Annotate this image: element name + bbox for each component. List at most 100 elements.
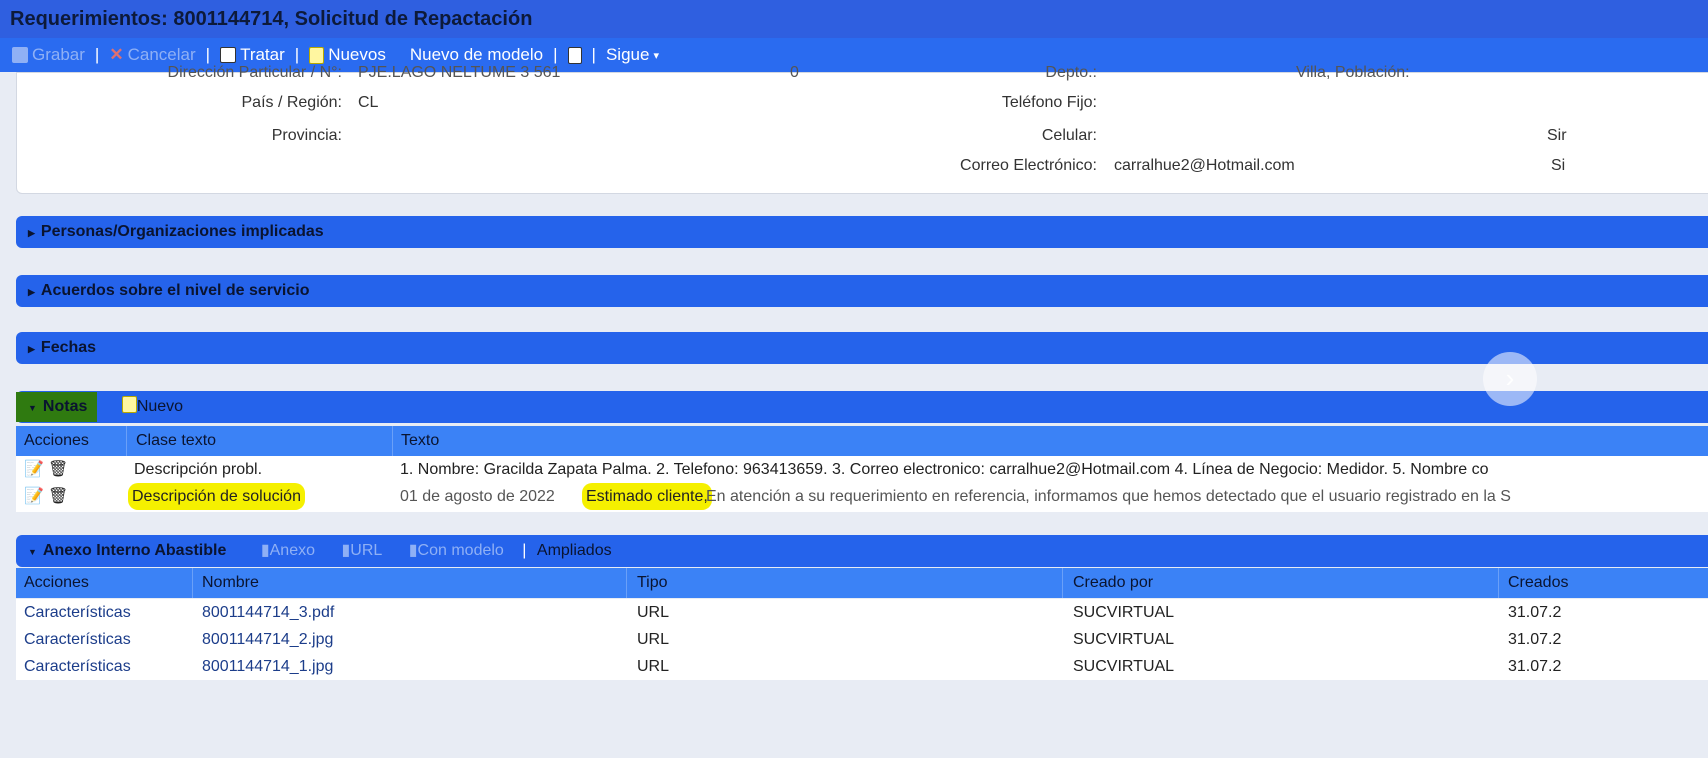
direccion-value: PJE.LAGO NELTUME 3 561 [358,64,561,81]
col-acciones: Acciones [24,574,89,591]
column-divider [392,426,393,456]
direccion-number: 0 [790,64,799,81]
triangle-right-icon: ▶ [28,287,35,297]
edit-icon[interactable]: 📝 [24,483,44,510]
table-row[interactable]: 📝 🗑 Descripción probl. 1. Nombre: Gracil… [16,456,1708,483]
fecha: 31.07.2 [1508,604,1562,621]
chevron-down-icon: ▾ [653,49,659,62]
separator: | [294,45,300,64]
triangle-down-icon: ▼ [28,403,37,413]
table-row[interactable]: Características 8001144714_1.jpg URL SUC… [16,653,1708,680]
correo-extra: Si [1551,157,1566,174]
edit-icon[interactable]: 📝 [24,456,44,483]
texto: 1. Nombre: Gracilda Zapata Palma. 2. Tel… [400,461,1489,478]
trash-icon[interactable]: 🗑 [48,483,68,510]
separator: | [553,45,558,64]
tipo: URL [637,604,670,621]
panel-fechas[interactable]: ▶ Fechas [16,332,1708,364]
villa-label: Villa, Población: [1296,64,1410,81]
panel-notas: ▼ Notas Nuevo [16,391,1708,423]
separator: | [591,45,596,64]
creado-por: SUCVIRTUAL [1073,658,1175,675]
telefono-label: Teléfono Fijo: [1001,94,1097,111]
panel-anexo: ▼ Anexo Interno Abastible ▮Anexo ▮URL ▮Co… [16,535,1708,567]
triangle-right-icon: ▶ [28,344,35,354]
col-nombre: Nombre [202,574,259,591]
new-note-icon [309,46,325,64]
chevron-right-icon: › [1505,363,1515,393]
nuevos-button[interactable]: Nuevos [309,45,386,65]
celular-extra: Sir [1547,127,1567,144]
col-acciones: Acciones [24,432,89,449]
clase-texto: Descripción de solución [128,483,305,510]
tipo: URL [637,658,670,675]
column-divider [126,426,127,456]
col-tipo: Tipo [637,574,668,591]
file-name-link[interactable]: 8001144714_3.pdf [202,599,334,626]
tratar-button[interactable]: Tratar [220,45,285,65]
texto-highlight: Estimado cliente, [582,483,712,510]
separator: | [94,45,100,64]
cancel-button[interactable]: ✕ Cancelar [109,45,195,65]
separator: | [205,45,211,64]
creado-por: SUCVIRTUAL [1073,604,1175,621]
table-row[interactable]: Características 8001144714_2.jpg URL SUC… [16,626,1708,653]
close-icon: ✕ [109,45,124,64]
panel-acuerdos[interactable]: ▶ Acuerdos sobre el nivel de servicio [16,275,1708,307]
col-creados: Creados [1508,574,1569,591]
column-divider [1498,568,1499,598]
con-modelo-button[interactable]: ▮Con modelo [409,542,504,559]
caracteristicas-link[interactable]: Características [24,653,131,680]
notas-nuevo-button[interactable]: Nuevo [121,396,183,415]
depto-label: Depto.: [1045,64,1097,81]
new-note-icon [121,396,137,413]
fecha: 31.07.2 [1508,631,1562,648]
sigue-menu[interactable]: Sigue ▾ [606,45,659,65]
separator: | [522,542,527,559]
creado-por: SUCVIRTUAL [1073,631,1175,648]
triangle-down-icon: ▼ [28,547,37,557]
notas-toggle[interactable]: ▼ Notas [16,392,98,422]
correo-label: Correo Electrónico: [960,157,1097,174]
col-clase-texto: Clase texto [136,432,217,449]
caracteristicas-link[interactable]: Características [24,626,131,653]
table-row[interactable]: 📝 🗑 Descripción de solución 01 de agosto… [16,483,1708,512]
texto: En atención a su requerimiento en refere… [706,488,1511,505]
trash-icon[interactable]: 🗑 [48,456,68,483]
edit-icon [220,47,237,63]
pais-label: País / Región: [241,94,343,111]
window-title: Requerimientos: 8001144714, Solicitud de… [0,0,1708,38]
column-divider [626,568,627,598]
next-page-button[interactable]: › [1483,352,1537,406]
triangle-right-icon: ▶ [28,228,35,238]
clase-texto: Descripción probl. [134,461,263,478]
direccion-label: Dirección Particular / N°: [167,64,342,81]
fecha: 31.07.2 [1508,658,1562,675]
anexo-table-header: Acciones Nombre Tipo Creado por Creados [16,568,1708,598]
celular-label: Celular: [1041,127,1097,144]
file-name-link[interactable]: 8001144714_1.jpg [202,653,333,680]
panel-personas[interactable]: ▶ Personas/Organizaciones implicadas [16,216,1708,248]
column-divider [192,568,193,598]
col-creado-por: Creado por [1073,574,1154,591]
pais-value: CL [358,94,379,111]
correo-value: carralhue2@Hotmail.com [1114,157,1295,174]
file-name-link[interactable]: 8001144714_2.jpg [202,626,333,653]
copy-button[interactable] [567,46,582,64]
notas-table-header: Acciones Clase texto Texto [16,426,1708,456]
save-icon [12,47,28,63]
table-row[interactable]: Características 8001144714_3.pdf URL SUC… [16,599,1708,626]
save-button[interactable]: Grabar [12,45,85,65]
provincia-label: Provincia: [271,127,342,144]
url-button[interactable]: ▮URL [341,542,382,559]
caracteristicas-link[interactable]: Características [24,599,131,626]
ampliados-button[interactable]: Ampliados [537,542,612,559]
column-divider [1062,568,1063,598]
col-texto: Texto [401,432,440,449]
copy-icon [567,46,582,64]
anexo-toggle[interactable]: ▼ Anexo Interno Abastible [28,542,226,559]
texto-date: 01 de agosto de 2022 [400,488,555,505]
tipo: URL [637,631,670,648]
anexo-button[interactable]: ▮Anexo [261,542,315,559]
nuevo-modelo-button[interactable]: Nuevo de modelo [410,45,543,65]
